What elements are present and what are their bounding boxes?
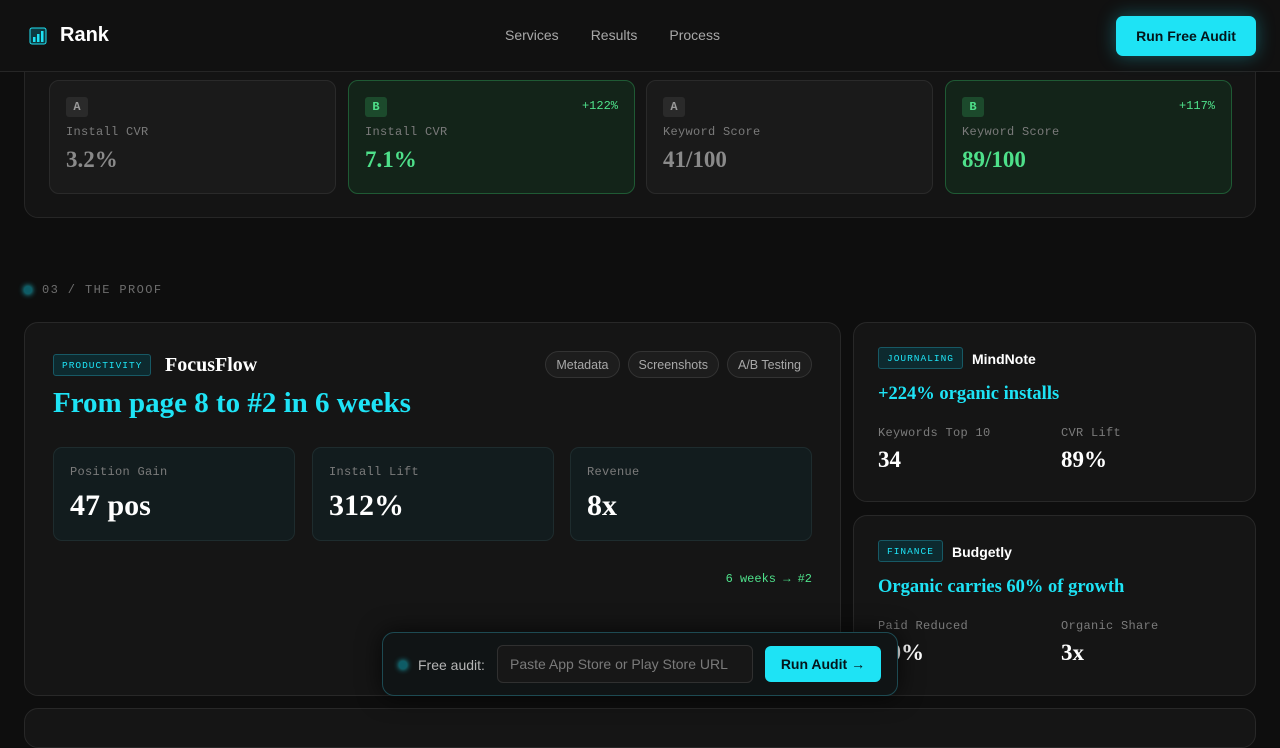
ab-metric-value: 89/100 [962, 147, 1026, 172]
section-label-text: 03 / THE PROOF [42, 283, 163, 297]
arrow-right-icon: → [851, 656, 866, 672]
stat-label: CVR Lift [1061, 426, 1122, 440]
run-audit-button[interactable]: Run Audit → [765, 646, 881, 682]
brand-name: Rank [60, 24, 109, 46]
status-dot-icon [399, 661, 407, 669]
ab-metric-label: Install CVR [66, 125, 149, 139]
chart-logo-icon [29, 27, 47, 44]
nav-results-link[interactable]: Results [591, 27, 638, 43]
ab-card-install-cvr-b: B +122% Install CVR 7.1% [348, 80, 635, 194]
metric-value: 8x [587, 489, 617, 522]
ab-metric-value: 41/100 [663, 147, 727, 172]
stat-value: 3x [1061, 640, 1084, 665]
stat-value: 89% [1061, 447, 1107, 472]
ab-delta: +122% [581, 99, 618, 113]
pill-screenshots: Screenshots [627, 351, 719, 378]
metric-card-revenue: Revenue 8x [570, 447, 812, 541]
main-nav: Services Results Process [505, 27, 720, 43]
section-dot-icon [24, 286, 32, 294]
ab-card-keyword-score-b: B +117% Keyword Score 89/100 [945, 80, 1232, 194]
stat-label: Organic Share [1061, 619, 1159, 633]
section-label: 03 / THE PROOF [24, 283, 162, 297]
variant-badge: A [663, 97, 685, 117]
variant-badge: A [66, 97, 88, 117]
app-name: MindNote [972, 351, 1036, 367]
category-tag: FINANCE [878, 540, 943, 562]
case-headline: +224% organic installs [878, 384, 1060, 404]
case-headline: Organic carries 60% of growth [878, 577, 1125, 597]
run-audit-label: Run Audit [780, 656, 848, 672]
case-study-mindnote: JOURNALING MindNote +224% organic instal… [853, 322, 1256, 502]
metric-label: Install Lift [329, 465, 420, 479]
case-study-budgetly: FINANCE Budgetly Organic carries 60% of … [853, 515, 1256, 696]
case-timeline-note: 6 weeks → #2 [725, 572, 812, 586]
audit-label: Free audit: [418, 657, 485, 673]
category-tag: PRODUCTIVITY [53, 354, 152, 376]
variant-badge: B [365, 97, 387, 117]
variant-badge: B [962, 97, 984, 117]
stat-value: 34 [878, 447, 901, 472]
stat-label: Paid Reduced [878, 619, 969, 633]
ab-metric-value: 7.1% [365, 147, 417, 172]
category-tag: JOURNALING [878, 347, 964, 369]
ab-delta: +117% [1178, 99, 1215, 113]
floating-audit-bar: Free audit: Run Audit → [382, 632, 898, 696]
nav-process-link[interactable]: Process [669, 27, 720, 43]
nav-services-link[interactable]: Services [505, 27, 559, 43]
metric-value: 312% [329, 489, 404, 522]
ab-metric-label: Keyword Score [962, 125, 1060, 139]
metric-card-install-lift: Install Lift 312% [312, 447, 554, 541]
metric-card-position-gain: Position Gain 47 pos [53, 447, 295, 541]
brand-logo[interactable]: Rank [28, 24, 109, 47]
ab-metric-label: Install CVR [365, 125, 448, 139]
pill-metadata: Metadata [545, 351, 620, 378]
ab-metric-label: Keyword Score [663, 125, 761, 139]
metric-label: Revenue [587, 465, 640, 479]
ab-card-install-cvr-a: A Install CVR 3.2% [49, 80, 336, 194]
ab-metric-value: 3.2% [66, 147, 118, 172]
run-free-audit-button[interactable]: Run Free Audit [1116, 16, 1256, 56]
app-name: Budgetly [952, 544, 1012, 560]
app-url-input[interactable] [497, 645, 753, 683]
metric-value: 47 pos [70, 489, 151, 522]
case-headline: From page 8 to #2 in 6 weeks [53, 387, 411, 419]
next-section-card [24, 708, 1256, 748]
top-navbar: Rank Services Results Process Run Free A… [0, 0, 1280, 72]
service-pills: Metadata Screenshots A/B Testing [545, 351, 812, 378]
app-name: FocusFlow [165, 354, 258, 376]
metric-label: Position Gain [70, 465, 168, 479]
ab-card-keyword-score-a: A Keyword Score 41/100 [646, 80, 933, 194]
pill-ab-testing: A/B Testing [726, 351, 812, 378]
stat-label: Keywords Top 10 [878, 426, 991, 440]
